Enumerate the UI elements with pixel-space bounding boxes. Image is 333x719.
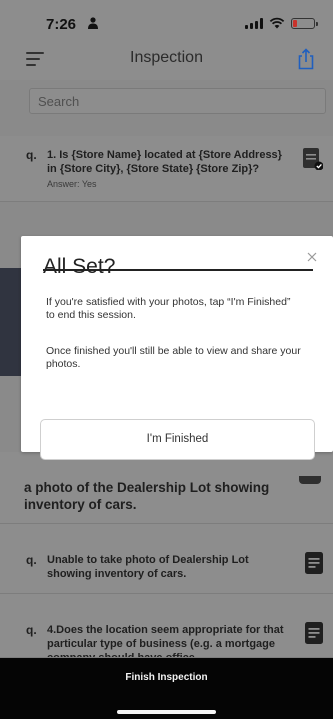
cellular-signal-icon [245,17,263,29]
question-prefix: q. [26,623,37,637]
dialog-paragraph: If you're satisfied with your photos, ta… [46,296,291,321]
question-row[interactable]: q. 4.Does the location seem appropriate … [0,594,333,658]
question-row[interactable]: q. 1. Is {Store Name} located at {Store … [0,136,333,202]
battery-icon [291,17,318,29]
question-text: Unable to take photo of Dealership Lot s… [47,554,249,580]
question-row[interactable]: a photo of the Dealership Lot showing in… [0,452,333,524]
share-icon[interactable] [297,48,315,70]
question-text: 4.Does the location seem appropriate for… [47,624,284,658]
status-time: 7:26 [46,16,77,33]
question-text: 1. Is {Store Name} located at {Store Add… [47,149,282,175]
question-answer: Answer: Yes [47,179,97,189]
app-header: Inspection [0,40,333,80]
dialog-divider [43,269,313,271]
question-prefix: q. [26,553,37,567]
all-set-dialog: All Set? If you're satisfied with your p… [21,236,333,460]
question-row[interactable]: q. Unable to take photo of Dealership Lo… [0,524,333,594]
dialog-title: All Set? [43,255,116,278]
home-indicator[interactable] [117,710,216,714]
dialog-paragraph: Once finished you'll still be able to vi… [46,345,301,370]
document-icon [299,476,321,484]
finish-inspection-label: Finish Inspection [125,672,208,683]
wifi-icon [269,17,285,29]
document-icon [305,552,323,574]
search-placeholder: Search [38,94,80,109]
search-input[interactable]: Search [29,88,326,114]
document-icon [305,622,323,644]
question-prefix: q. [26,148,37,162]
finish-inspection-bar[interactable]: Finish Inspection [0,658,333,719]
close-icon[interactable] [307,252,317,262]
question-text: a photo of the Dealership Lot showing in… [24,480,270,512]
page-title: Inspection [130,49,203,66]
photo-thumbnail [0,268,21,376]
document-check-icon [303,148,323,170]
status-bar: 7:26 [0,0,333,40]
im-finished-button[interactable]: I'm Finished [40,419,315,460]
person-icon [88,17,98,29]
